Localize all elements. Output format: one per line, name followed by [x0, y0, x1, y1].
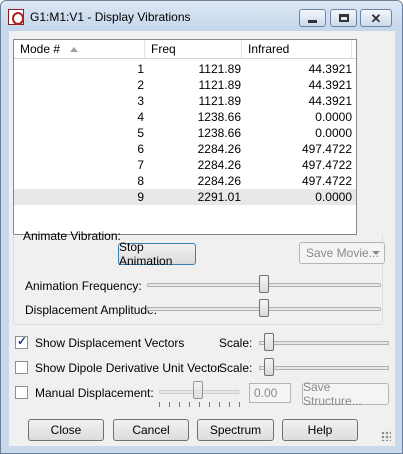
cell-freq: 2284.26	[197, 174, 241, 188]
animate-vibration-label: Animate Vibration:	[23, 229, 121, 243]
manual-displacement-label: Manual Displacement:	[35, 386, 154, 400]
window-title: G1:M1:V1 - Display Vibrations	[30, 10, 191, 24]
cell-ir: 497.4722	[301, 142, 352, 156]
display-vibrations-window: G1:M1:V1 - Display Vibrations ✕ Mode # F…	[0, 0, 403, 454]
chevron-down-icon	[372, 251, 380, 255]
close-window-button[interactable]: ✕	[360, 9, 392, 27]
dipole-scale-slider[interactable]	[259, 366, 389, 370]
cell-ir: 0.0000	[315, 110, 352, 124]
help-button[interactable]: Help	[282, 419, 358, 441]
cell-mode: 8	[137, 174, 144, 188]
cell-freq: 2284.26	[197, 158, 241, 172]
cell-freq: 1121.89	[198, 62, 242, 76]
cell-ir: 0.0000	[315, 190, 352, 204]
title-bar[interactable]: G1:M1:V1 - Display Vibrations ✕	[1, 1, 402, 31]
manual-displacement-value-field[interactable]: 0.00	[249, 383, 291, 403]
tick-mark	[219, 402, 220, 407]
cell-mode: 4	[137, 110, 144, 124]
save-movie-label: Save Movie...	[306, 246, 379, 260]
vectors-scale-slider-thumb[interactable]	[264, 333, 274, 351]
checkmark-icon: ✓	[17, 334, 28, 348]
cell-mode: 3	[137, 94, 144, 108]
tick-mark	[159, 402, 160, 407]
cell-mode: 1	[137, 62, 144, 76]
cell-freq: 1121.89	[198, 94, 242, 108]
show-displacement-vectors-checkbox[interactable]: ✓	[15, 334, 28, 349]
manual-displacement-ticks	[159, 402, 240, 408]
column-header-mode[interactable]: Mode #	[14, 40, 145, 59]
cell-mode: 6	[137, 142, 144, 156]
vectors-scale-slider[interactable]	[259, 341, 389, 345]
cancel-button[interactable]: Cancel	[113, 419, 189, 441]
table-row[interactable]: 6 2284.26 497.4722	[14, 141, 356, 157]
maximize-button[interactable]	[330, 9, 357, 27]
sort-ascending-icon	[70, 47, 78, 52]
table-row[interactable]: 1 1121.89 44.3921	[14, 61, 356, 77]
table-row[interactable]: 7 2284.26 497.4722	[14, 157, 356, 173]
show-dipole-derivative-label: Show Dipole Derivative Unit Vector	[35, 361, 222, 375]
tick-mark	[229, 402, 230, 407]
column-header-freq[interactable]: Freq	[145, 40, 242, 59]
vectors-scale-label: Scale:	[219, 336, 253, 350]
maximize-icon	[338, 14, 349, 22]
save-movie-dropdown[interactable]: Save Movie...	[299, 242, 385, 264]
manual-displacement-checkbox[interactable]	[15, 386, 28, 399]
dialog-body: Mode # Freq Infrared 1 1121.89 44.3921 2 112…	[9, 31, 395, 446]
close-button[interactable]: Close	[28, 419, 104, 441]
column-header-infrared[interactable]: Infrared	[242, 40, 352, 59]
stop-animation-button[interactable]: Stop Animation	[118, 240, 196, 268]
cell-ir: 0.0000	[315, 126, 352, 140]
tick-mark	[179, 402, 180, 407]
cell-ir: 44.3921	[308, 78, 352, 92]
tick-mark	[189, 402, 190, 407]
minimize-icon	[308, 19, 317, 23]
displacement-amplitude-slider-thumb[interactable]	[259, 299, 269, 317]
cell-ir: 44.3921	[308, 62, 352, 76]
vibration-modes-table[interactable]: Mode # Freq Infrared 1 1121.89 44.3921 2 112…	[13, 39, 357, 235]
minimize-button[interactable]	[299, 9, 326, 27]
tick-mark	[169, 402, 170, 407]
cell-freq: 2284.26	[197, 142, 241, 156]
animation-frequency-slider-thumb[interactable]	[259, 275, 269, 293]
gaussview-app-icon	[8, 9, 24, 25]
table-row[interactable]: 9 2291.01 0.0000	[14, 189, 356, 205]
spectrum-button[interactable]: Spectrum	[197, 419, 274, 441]
dipole-scale-slider-thumb[interactable]	[264, 358, 274, 376]
dipole-scale-label: Scale:	[219, 361, 253, 375]
cell-ir: 44.3921	[308, 94, 352, 108]
table-row[interactable]: 3 1121.89 44.3921	[14, 93, 356, 109]
cell-mode: 5	[137, 126, 144, 140]
resize-grip-icon[interactable]	[381, 431, 391, 441]
cell-freq: 1238.66	[197, 110, 241, 124]
cell-mode: 7	[137, 158, 144, 172]
table-row[interactable]: 5 1238.66 0.0000	[14, 125, 356, 141]
table-header: Mode # Freq Infrared	[14, 40, 356, 59]
tick-mark	[239, 402, 240, 407]
displacement-amplitude-label: Displacement Amplitude:	[25, 303, 158, 317]
manual-displacement-slider-thumb[interactable]	[193, 381, 203, 399]
close-icon: ✕	[370, 10, 382, 26]
cell-freq: 2291.01	[197, 190, 241, 204]
column-header-mode-label: Mode #	[20, 42, 61, 56]
cell-mode: 2	[137, 78, 144, 92]
show-dipole-derivative-checkbox[interactable]	[15, 361, 28, 374]
tick-mark	[209, 402, 210, 407]
cell-ir: 497.4722	[301, 158, 352, 172]
save-structure-button[interactable]: Save Structure...	[302, 380, 389, 408]
animation-frequency-label: Animation Frequency:	[25, 279, 142, 293]
table-row[interactable]: 4 1238.66 0.0000	[14, 109, 356, 125]
show-displacement-vectors-label: Show Displacement Vectors	[35, 336, 185, 350]
table-row[interactable]: 2 1121.89 44.3921	[14, 77, 356, 93]
cell-freq: 1121.89	[198, 78, 242, 92]
cell-ir: 497.4722	[301, 174, 352, 188]
cell-freq: 1238.66	[197, 126, 241, 140]
cell-mode: 9	[137, 190, 144, 204]
tick-mark	[199, 402, 200, 407]
table-row[interactable]: 8 2284.26 497.4722	[14, 173, 356, 189]
